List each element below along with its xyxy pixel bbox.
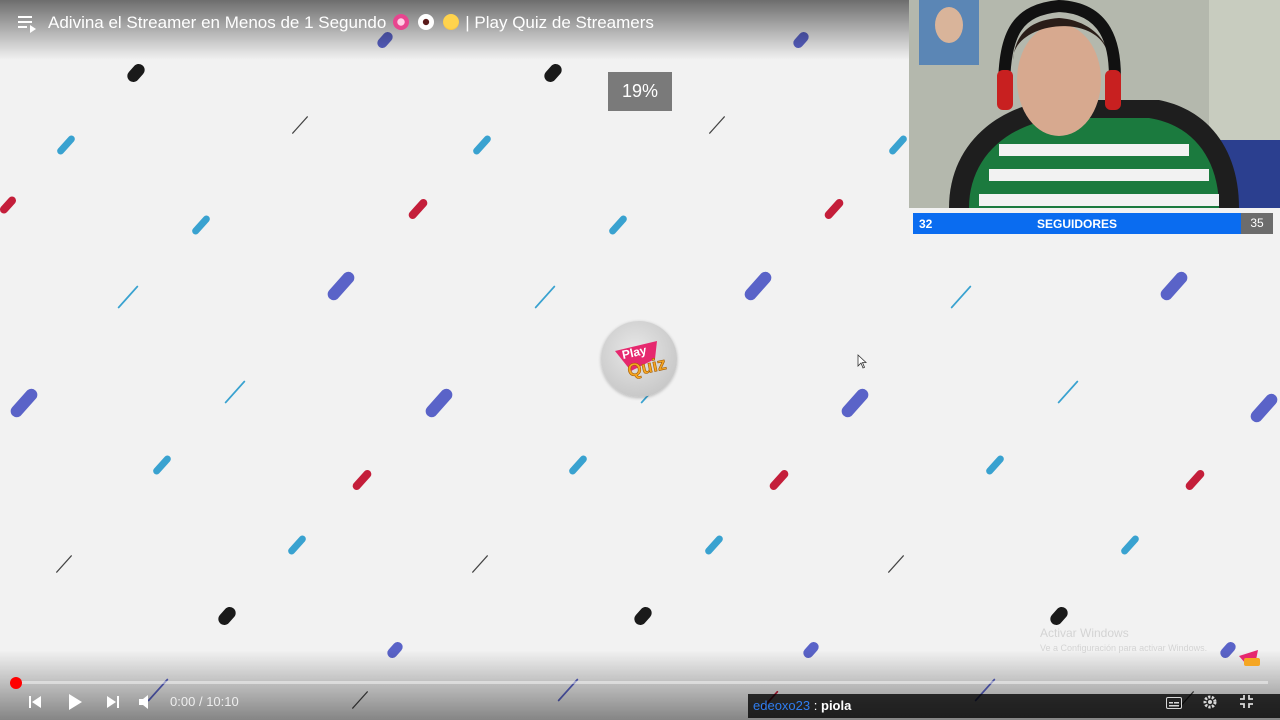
pattern-stroke: [0, 196, 17, 214]
pattern-stroke: [57, 135, 75, 155]
pattern-stroke: [473, 135, 491, 155]
pattern-stroke: [425, 388, 453, 418]
webcam-overlay: [909, 0, 1280, 208]
pattern-stroke: [117, 285, 139, 309]
pattern-stroke: [1057, 380, 1079, 404]
pattern-stroke: [1121, 535, 1139, 555]
pattern-stroke: [10, 388, 38, 418]
pattern-stroke: [192, 215, 210, 235]
pattern-stroke: [288, 535, 306, 555]
pattern-stroke: [569, 455, 587, 475]
subtitles-icon[interactable]: [1166, 696, 1182, 709]
pattern-stroke: [1050, 607, 1068, 625]
windows-activation-watermark: Activar Windows Ve a Configuración para …: [1040, 626, 1207, 653]
pattern-stroke: [1250, 393, 1278, 423]
pattern-stroke: [127, 64, 145, 82]
playlist-icon[interactable]: [18, 16, 36, 33]
time-display: 0:00 / 10:10: [170, 694, 239, 709]
pattern-stroke: [709, 116, 725, 134]
video-title-suffix: | Play Quiz de Streamers: [465, 13, 654, 32]
time-total: 10:10: [206, 694, 239, 709]
pattern-stroke: [950, 285, 972, 309]
fullscreen-exit-icon[interactable]: [1239, 694, 1254, 709]
alarm-clock-icon: [393, 14, 410, 30]
pattern-stroke: [888, 555, 904, 573]
video-title-text: Adivina el Streamer en Menos de 1 Segund…: [48, 13, 387, 32]
time-separator: /: [198, 694, 203, 709]
time-current: 0:00: [170, 694, 196, 709]
play-icon[interactable]: [67, 693, 83, 711]
pattern-stroke: [153, 455, 171, 475]
gear-icon[interactable]: [1202, 694, 1218, 710]
volume-icon[interactable]: [138, 695, 154, 709]
pattern-stroke: [634, 607, 652, 625]
pattern-stroke: [472, 555, 488, 573]
pattern-stroke: [544, 64, 562, 82]
chat-separator: :: [813, 698, 818, 713]
watermark-subtitle: Ve a Configuración para activar Windows.: [1040, 643, 1208, 653]
pattern-stroke: [889, 135, 907, 155]
pattern-stroke: [824, 199, 844, 219]
pattern-stroke: [56, 555, 72, 573]
video-title[interactable]: Adivina el Streamer en Menos de 1 Segund…: [48, 13, 654, 33]
scrubber-handle[interactable]: [10, 677, 22, 689]
pattern-stroke: [841, 388, 869, 418]
pattern-stroke: [1185, 470, 1205, 490]
pattern-stroke: [408, 199, 428, 219]
chat-message: edeoxo23 : piola: [748, 694, 1280, 718]
mouse-cursor-icon: [857, 354, 867, 369]
pattern-stroke: [609, 215, 627, 235]
pattern-stroke: [705, 535, 723, 555]
pattern-stroke: [218, 607, 236, 625]
pattern-stroke: [327, 271, 355, 301]
skip-next-icon[interactable]: [106, 695, 120, 709]
pattern-stroke: [534, 285, 556, 309]
play-quiz-logo: Play Quiz: [601, 321, 677, 397]
chat-username: edeoxo23: [753, 698, 811, 713]
pattern-stroke: [1160, 271, 1188, 301]
pattern-stroke: [744, 271, 772, 301]
watermark-title: Activar Windows: [1040, 626, 1129, 640]
chat-text: piola: [821, 698, 852, 713]
eye-icon: [417, 14, 434, 30]
follower-goal-bar: 32 SEGUIDORES 35: [913, 213, 1273, 234]
followers-goal: 35: [1241, 213, 1273, 234]
pattern-stroke: [292, 116, 308, 134]
pattern-stroke: [769, 470, 789, 490]
skip-previous-icon[interactable]: [28, 695, 42, 709]
pattern-stroke: [224, 380, 246, 404]
pattern-stroke: [986, 455, 1004, 475]
progress-scrubber[interactable]: [10, 677, 1268, 689]
progress-badge: 19%: [608, 72, 672, 111]
channel-watermark-logo: [1239, 650, 1260, 666]
flushed-face-icon: [442, 14, 459, 30]
followers-label: SEGUIDORES: [1036, 217, 1117, 231]
pattern-stroke: [352, 470, 372, 490]
